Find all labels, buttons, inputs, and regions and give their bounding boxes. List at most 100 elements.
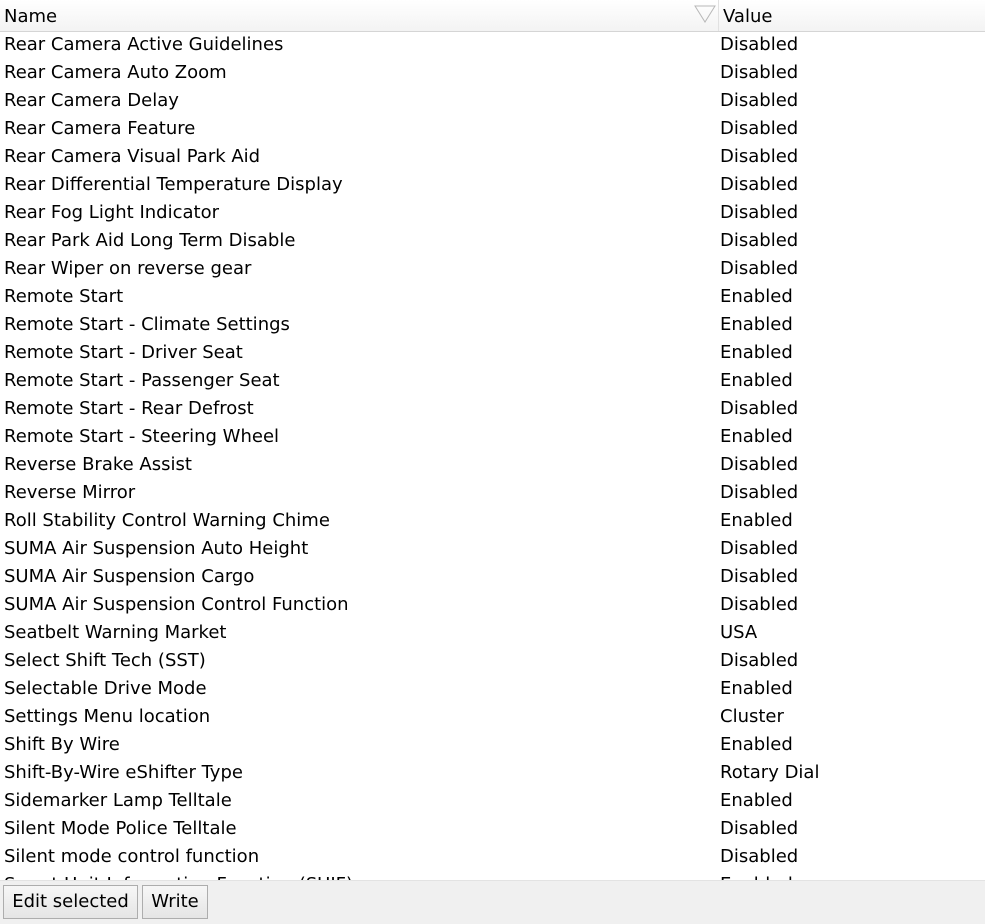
setting-value-cell: Disabled xyxy=(720,174,799,195)
setting-value-cell: Disabled xyxy=(720,146,799,167)
setting-value-cell: Disabled xyxy=(720,818,799,839)
setting-name-cell: Reverse Mirror xyxy=(4,482,136,503)
table-row[interactable]: Settings Menu location Cluster xyxy=(0,703,985,731)
setting-value-cell: Enabled xyxy=(720,678,793,699)
table-row[interactable]: Select Shift Tech (SST) Disabled xyxy=(0,647,985,675)
table-row[interactable]: Silent mode control function Disabled xyxy=(0,843,985,871)
edit-selected-button[interactable]: Edit selected xyxy=(3,885,138,919)
setting-value-cell: Disabled xyxy=(720,90,799,111)
table-row[interactable]: Remote Start - Passenger Seat Enabled xyxy=(0,367,985,395)
column-header-value[interactable]: Value xyxy=(719,0,985,31)
table-row[interactable]: Reverse Brake Assist Disabled xyxy=(0,451,985,479)
table-row[interactable]: Sidemarker Lamp Telltale Enabled xyxy=(0,787,985,815)
table-row[interactable]: Rear Park Aid Long Term Disable Disabled xyxy=(0,227,985,255)
setting-value-cell: Enabled xyxy=(720,871,793,880)
table-row[interactable]: Remote Start - Driver Seat Enabled xyxy=(0,339,985,367)
setting-value-cell: Cluster xyxy=(720,706,784,727)
setting-value-cell: Rotary Dial xyxy=(720,762,820,783)
table-header: Name Value xyxy=(0,0,985,32)
column-header-name[interactable]: Name xyxy=(0,0,719,31)
setting-name-cell: Settings Menu location xyxy=(4,706,211,727)
setting-value-cell: Disabled xyxy=(720,650,799,671)
table-row[interactable]: Rear Camera Active Guidelines Disabled xyxy=(0,31,985,59)
table-row[interactable]: Smart Unit Information Function (SUIF) En… xyxy=(0,871,985,880)
setting-value-cell: Enabled xyxy=(720,342,793,363)
setting-value-cell: Enabled xyxy=(720,790,793,811)
setting-name-cell: Selectable Drive Mode xyxy=(4,678,207,699)
table-row[interactable]: Rear Wiper on reverse gear Disabled xyxy=(0,255,985,283)
table-row[interactable]: Shift By Wire Enabled xyxy=(0,731,985,759)
setting-value-cell: Disabled xyxy=(720,594,799,615)
setting-value-cell: Disabled xyxy=(720,566,799,587)
setting-value-cell: Enabled xyxy=(720,426,793,447)
setting-name-cell: Rear Differential Temperature Display xyxy=(4,174,343,195)
table-row[interactable]: Remote Start Enabled xyxy=(0,283,985,311)
setting-name-cell: Remote Start - Rear Defrost xyxy=(4,398,254,419)
table-row[interactable]: Selectable Drive Mode Enabled xyxy=(0,675,985,703)
setting-value-cell: Enabled xyxy=(720,734,793,755)
setting-name-cell: Sidemarker Lamp Telltale xyxy=(4,790,232,811)
setting-name-cell: Rear Camera Auto Zoom xyxy=(4,62,227,83)
setting-name-cell: Rear Camera Active Guidelines xyxy=(4,34,284,55)
table-row[interactable]: Rear Fog Light Indicator Disabled xyxy=(0,199,985,227)
table-row[interactable]: Roll Stability Control Warning Chime Enab… xyxy=(0,507,985,535)
setting-name-cell: Seatbelt Warning Market xyxy=(4,622,227,643)
table-row[interactable]: Remote Start - Rear Defrost Disabled xyxy=(0,395,985,423)
sort-triangle-icon xyxy=(694,5,716,23)
setting-name-cell: Silent Mode Police Telltale xyxy=(4,818,237,839)
setting-value-cell: Disabled xyxy=(720,538,799,559)
setting-value-cell: Disabled xyxy=(720,230,799,251)
setting-name-cell: SUMA Air Suspension Control Function xyxy=(4,594,349,615)
setting-value-cell: Enabled xyxy=(720,314,793,335)
setting-value-cell: Disabled xyxy=(720,118,799,139)
table-row[interactable]: Rear Camera Auto Zoom Disabled xyxy=(0,59,985,87)
setting-name-cell: Rear Park Aid Long Term Disable xyxy=(4,230,296,251)
setting-value-cell: Disabled xyxy=(720,62,799,83)
table-row[interactable]: Rear Camera Visual Park Aid Disabled xyxy=(0,143,985,171)
table-row[interactable]: Remote Start - Steering Wheel Enabled xyxy=(0,423,985,451)
setting-name-cell: SUMA Air Suspension Cargo xyxy=(4,566,255,587)
setting-name-cell: Rear Camera Visual Park Aid xyxy=(4,146,261,167)
table-row[interactable]: Shift-By-Wire eShifter Type Rotary Dial xyxy=(0,759,985,787)
settings-window: Name Value Rear Camera Active Guidelines… xyxy=(0,0,985,924)
setting-value-cell: Enabled xyxy=(720,286,793,307)
setting-name-cell: Remote Start - Steering Wheel xyxy=(4,426,280,447)
table-row[interactable]: Rear Differential Temperature Display Dis… xyxy=(0,171,985,199)
table-row[interactable]: SUMA Air Suspension Auto Height Disabled xyxy=(0,535,985,563)
setting-name-cell: Rear Fog Light Indicator xyxy=(4,202,219,223)
setting-name-cell: Shift-By-Wire eShifter Type xyxy=(4,762,243,783)
table-row[interactable]: SUMA Air Suspension Control Function Disa… xyxy=(0,591,985,619)
setting-name-cell: Shift By Wire xyxy=(4,734,120,755)
table-row[interactable]: Reverse Mirror Disabled xyxy=(0,479,985,507)
setting-name-cell: Select Shift Tech (SST) xyxy=(4,650,206,671)
settings-table-body[interactable]: Rear Camera Active Guidelines Disabled Rea… xyxy=(0,31,985,880)
button-bar: Edit selected Write xyxy=(0,880,985,924)
table-row[interactable]: Seatbelt Warning Market USA xyxy=(0,619,985,647)
table-row[interactable]: Remote Start - Climate Settings Enabled xyxy=(0,311,985,339)
setting-value-cell: Disabled xyxy=(720,846,799,867)
table-row[interactable]: Rear Camera Delay Disabled xyxy=(0,87,985,115)
setting-name-cell: Reverse Brake Assist xyxy=(4,454,192,475)
setting-value-cell: Enabled xyxy=(720,510,793,531)
setting-value-cell: Disabled xyxy=(720,482,799,503)
table-row[interactable]: Rear Camera Feature Disabled xyxy=(0,115,985,143)
setting-name-cell: Rear Wiper on reverse gear xyxy=(4,258,252,279)
column-header-name-label: Name xyxy=(4,6,58,27)
setting-name-cell: Rear Camera Delay xyxy=(4,90,179,111)
table-row[interactable]: SUMA Air Suspension Cargo Disabled xyxy=(0,563,985,591)
setting-name-cell: Rear Camera Feature xyxy=(4,118,196,139)
setting-name-cell: SUMA Air Suspension Auto Height xyxy=(4,538,309,559)
setting-name-cell: Silent mode control function xyxy=(4,846,260,867)
table-row[interactable]: Silent Mode Police Telltale Disabled xyxy=(0,815,985,843)
setting-name-cell: Remote Start - Passenger Seat xyxy=(4,370,280,391)
setting-value-cell: Disabled xyxy=(720,398,799,419)
setting-value-cell: USA xyxy=(720,622,758,643)
setting-value-cell: Enabled xyxy=(720,370,793,391)
setting-name-cell: Remote Start - Climate Settings xyxy=(4,314,290,335)
column-header-value-label: Value xyxy=(723,6,773,27)
write-button[interactable]: Write xyxy=(142,885,208,919)
setting-name-cell: Roll Stability Control Warning Chime xyxy=(4,510,330,531)
setting-value-cell: Disabled xyxy=(720,202,799,223)
setting-value-cell: Disabled xyxy=(720,258,799,279)
setting-name-cell: Remote Start xyxy=(4,286,124,307)
